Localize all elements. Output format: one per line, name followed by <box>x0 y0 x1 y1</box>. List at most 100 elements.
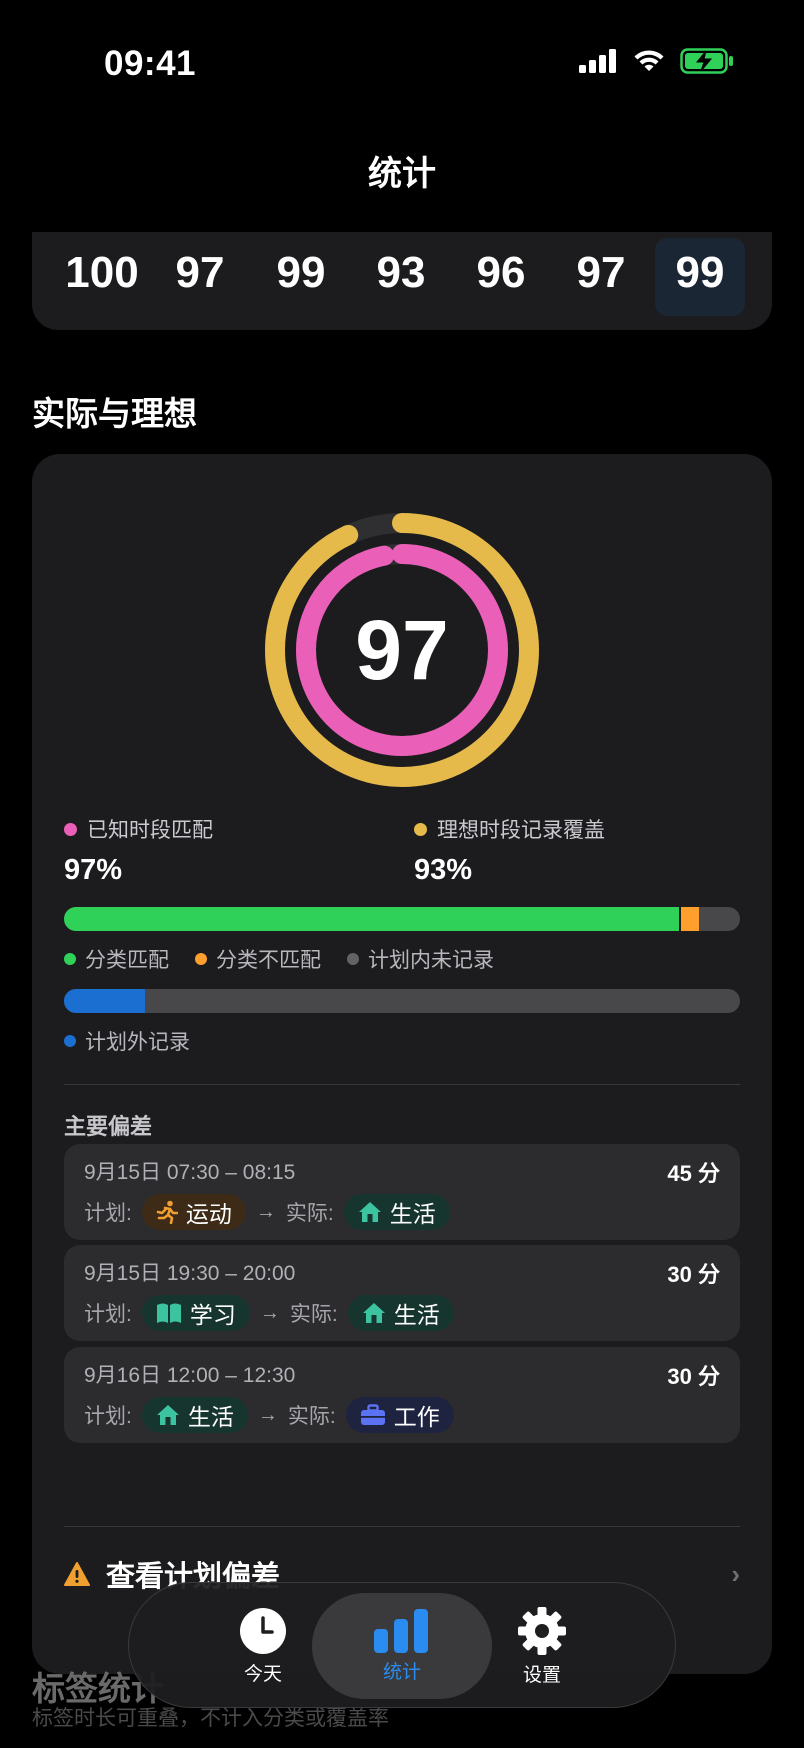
legend-item: 分类不匹配 <box>195 944 321 974</box>
unplanned-record-bar <box>64 989 740 1013</box>
daily-score[interactable]: 97 <box>155 238 245 316</box>
category-chip-label: 学习 <box>189 1302 236 1328</box>
clock-icon <box>240 1607 286 1654</box>
ring-score-value: 97 <box>355 602 449 697</box>
divider <box>64 1526 740 1527</box>
deviation-time-range: 9月16日 12:00 – 12:30 <box>84 1364 296 1387</box>
metric-dot <box>64 822 77 836</box>
actual-label: 实际: <box>289 1303 338 1326</box>
legend-label: 分类不匹配 <box>216 949 321 972</box>
chevron-right-icon: › <box>731 1559 740 1589</box>
running-icon <box>156 1200 178 1224</box>
house-icon <box>156 1404 180 1426</box>
category-chip: 生活 <box>141 1397 248 1433</box>
category-chip: 生活 <box>343 1194 450 1230</box>
daily-score[interactable]: 96 <box>456 238 546 316</box>
legend-item: 计划外记录 <box>64 1026 190 1056</box>
metric-value: 97% <box>64 854 123 886</box>
divider <box>64 1084 740 1085</box>
score-dots-decoration <box>32 232 772 234</box>
legend-item: 计划内未记录 <box>347 944 494 974</box>
stats-scroll-content[interactable]: 100 97 99 93 96 97 99 实际与理想 97 已知时段匹配 97% 理想时段… <box>0 232 804 1748</box>
plan-label: 计划: <box>84 1405 132 1428</box>
tab-bar: 今天 统计 设置 <box>128 1582 676 1708</box>
actual-label: 实际: <box>287 1405 336 1428</box>
deviation-plan-actual-row: 计划: 学习 → 实际: 生活 <box>84 1295 454 1331</box>
plan-label: 计划: <box>84 1303 132 1326</box>
actual-label: 实际: <box>285 1202 334 1225</box>
daily-score-row: 100 97 99 93 96 97 99 <box>32 238 772 318</box>
arrow-right-icon: → <box>255 1200 276 1223</box>
category-chip: 学习 <box>141 1295 250 1331</box>
unplanned-record-legend: 计划外记录 <box>64 1026 190 1056</box>
legend-label: 计划内未记录 <box>368 949 494 972</box>
tab-label: 今天 <box>243 1663 282 1685</box>
deviation-item[interactable]: 9月15日 19:30 – 20:00 30 分计划: 学习 → 实际: 生活 <box>64 1245 740 1341</box>
daily-score[interactable]: 99 <box>655 238 745 316</box>
score-ring: 97 <box>246 494 558 806</box>
deviation-duration: 30 分 <box>667 1364 720 1389</box>
legend-label: 计划外记录 <box>85 1031 190 1054</box>
daily-score[interactable]: 93 <box>356 238 446 316</box>
deviation-time-range: 9月15日 19:30 – 20:00 <box>84 1262 296 1285</box>
daily-score-strip: 100 97 99 93 96 97 99 <box>32 232 772 330</box>
category-chip-label: 运动 <box>185 1201 232 1227</box>
deviation-item[interactable]: 9月16日 12:00 – 12:30 30 分计划: 生活 → 实际: 工作 <box>64 1347 740 1443</box>
warning-icon <box>64 1562 90 1586</box>
status-time: 09:41 <box>104 44 197 83</box>
bar-segment <box>64 989 146 1013</box>
gear-icon <box>518 1606 566 1655</box>
category-match-bar <box>64 907 740 931</box>
battery-charging-icon <box>680 48 733 74</box>
briefcase-icon <box>360 1404 386 1426</box>
deviation-duration: 45 分 <box>667 1161 720 1186</box>
house-icon <box>358 1201 382 1223</box>
legend-item: 分类匹配 <box>64 944 169 974</box>
metric-label: 理想时段记录覆盖 <box>437 819 605 842</box>
deviation-plan-actual-row: 计划: 运动 → 实际: 生活 <box>84 1194 450 1230</box>
actual-vs-ideal-card: 97 已知时段匹配 97% 理想时段记录覆盖 93% 分类匹配 分类不匹配 计划内未… <box>32 454 772 1674</box>
tab-settings[interactable]: 设置 <box>452 1593 632 1699</box>
category-match-legend: 分类匹配 分类不匹配 计划内未记录 <box>64 944 494 974</box>
status-bar: 09:41 <box>0 0 804 130</box>
category-chip-label: 生活 <box>389 1201 436 1227</box>
metric-known-match: 已知时段匹配 97% <box>64 814 213 887</box>
daily-score[interactable]: 100 <box>57 238 147 316</box>
legend-label: 分类匹配 <box>85 949 169 972</box>
metric-label: 已知时段匹配 <box>87 819 213 842</box>
legend-dot <box>64 953 76 965</box>
legend-dot <box>64 1035 76 1047</box>
category-chip: 工作 <box>345 1397 454 1433</box>
daily-score[interactable]: 97 <box>556 238 646 316</box>
category-chip: 运动 <box>141 1194 246 1230</box>
deviation-time-range: 9月15日 07:30 – 08:15 <box>84 1161 296 1184</box>
tab-label: 统计 <box>382 1661 421 1683</box>
deviation-plan-actual-row: 计划: 生活 → 实际: 工作 <box>84 1397 454 1433</box>
status-icons <box>578 48 734 74</box>
deviation-section-title: 主要偏差 <box>64 1114 153 1139</box>
house-icon <box>362 1302 386 1324</box>
bar-segment <box>679 907 700 931</box>
legend-dot <box>195 953 207 965</box>
category-chip-label: 生活 <box>393 1302 440 1328</box>
wifi-icon <box>634 49 664 71</box>
deviation-duration: 30 分 <box>667 1262 720 1287</box>
chart-icon <box>374 1608 428 1653</box>
cellular-signal-icon <box>579 49 616 73</box>
deviation-item[interactable]: 9月15日 07:30 – 08:15 45 分计划: 运动 → 实际: 生活 <box>64 1144 740 1240</box>
page-title: 统计 <box>368 155 436 193</box>
legend-dot <box>347 953 359 965</box>
category-chip-label: 工作 <box>393 1404 440 1430</box>
arrow-right-icon: → <box>259 1301 280 1324</box>
metric-ideal-coverage: 理想时段记录覆盖 93% <box>414 814 605 887</box>
book-icon <box>156 1302 182 1324</box>
arrow-right-icon: → <box>257 1403 278 1426</box>
section-title-actual-vs-ideal: 实际与理想 <box>32 395 197 432</box>
metric-value: 93% <box>414 854 473 886</box>
bar-segment <box>64 907 680 931</box>
metric-dot <box>414 822 427 836</box>
category-chip-label: 生活 <box>187 1404 234 1430</box>
plan-label: 计划: <box>84 1202 132 1225</box>
tab-label: 设置 <box>522 1664 561 1686</box>
daily-score[interactable]: 99 <box>256 238 346 316</box>
